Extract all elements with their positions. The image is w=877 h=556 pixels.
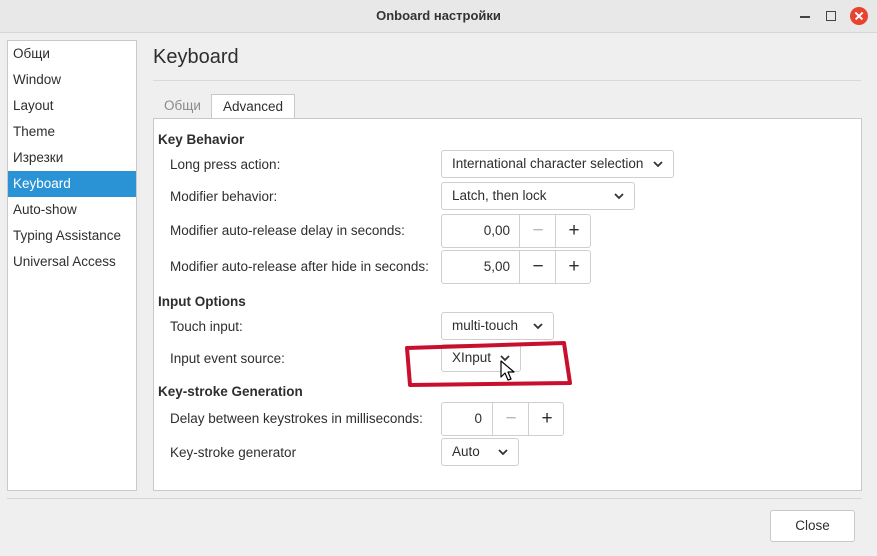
- chevron-down-icon: [533, 323, 543, 330]
- keystroke-generator-combo[interactable]: Auto: [441, 438, 519, 466]
- page-title: Keyboard: [153, 46, 239, 68]
- section-key-behavior: Key Behavior: [158, 132, 245, 147]
- annotation-highlight: [405, 341, 572, 387]
- chevron-down-icon: [614, 193, 624, 200]
- release-after-hide-spin[interactable]: 5,00 − +: [441, 250, 591, 284]
- modifier-behavior-combo[interactable]: Latch, then lock: [441, 182, 635, 210]
- release-delay-minus-button[interactable]: −: [519, 215, 556, 247]
- long-press-combo[interactable]: International character selection: [441, 150, 674, 178]
- sidebar-item-auto-show[interactable]: Auto-show: [8, 197, 136, 223]
- modifier-behavior-label: Modifier behavior:: [170, 189, 278, 204]
- tab-general[interactable]: Общи: [153, 94, 212, 118]
- close-window-icon[interactable]: [850, 7, 868, 25]
- touch-input-value: multi-touch: [452, 318, 519, 333]
- touch-input-combo[interactable]: multi-touch: [441, 312, 554, 340]
- release-delay-label: Modifier auto-release delay in seconds:: [170, 223, 405, 238]
- keystroke-generator-value: Auto: [452, 444, 480, 459]
- long-press-value: International character selection: [452, 156, 644, 171]
- sidebar: Общи Window Layout Theme Изрезки Keyboar…: [7, 40, 137, 491]
- mouse-pointer-icon: [500, 360, 515, 381]
- section-keystroke-generation: Key-stroke Generation: [158, 384, 303, 399]
- release-after-hide-label: Modifier auto-release after hide in seco…: [170, 259, 429, 274]
- sidebar-item-typing-assistance[interactable]: Typing Assistance: [8, 223, 136, 249]
- advanced-panel: Key Behavior Long press action: Internat…: [153, 118, 862, 491]
- release-after-hide-plus-button[interactable]: +: [555, 251, 592, 283]
- chevron-down-icon: [653, 161, 663, 168]
- tab-advanced[interactable]: Advanced: [211, 94, 296, 120]
- sidebar-item-theme[interactable]: Theme: [8, 119, 136, 145]
- section-input-options: Input Options: [158, 294, 246, 309]
- title-bar: Onboard настройки: [0, 0, 877, 33]
- modifier-behavior-value: Latch, then lock: [452, 188, 547, 203]
- long-press-label: Long press action:: [170, 157, 281, 172]
- touch-input-label: Touch input:: [170, 319, 243, 334]
- maximize-icon[interactable]: [823, 8, 839, 24]
- sidebar-item-keyboard[interactable]: Keyboard: [8, 171, 136, 197]
- release-after-hide-minus-button[interactable]: −: [519, 251, 556, 283]
- keystroke-delay-label: Delay between keystrokes in milliseconds…: [170, 411, 423, 426]
- sidebar-item-window[interactable]: Window: [8, 67, 136, 93]
- release-delay-spin[interactable]: 0,00 − +: [441, 214, 591, 248]
- sidebar-item-general[interactable]: Общи: [8, 41, 136, 67]
- release-after-hide-value[interactable]: 5,00: [442, 251, 510, 283]
- keystroke-delay-plus-button[interactable]: +: [528, 403, 565, 435]
- chevron-down-icon: [498, 449, 508, 456]
- window-title: Onboard настройки: [376, 8, 501, 23]
- event-source-label: Input event source:: [170, 351, 285, 366]
- close-button[interactable]: Close: [770, 510, 855, 542]
- release-delay-plus-button[interactable]: +: [555, 215, 592, 247]
- keystroke-delay-spin[interactable]: 0 − +: [441, 402, 564, 436]
- release-delay-value[interactable]: 0,00: [442, 215, 510, 247]
- sidebar-item-snippets[interactable]: Изрезки: [8, 145, 136, 171]
- footer-divider: [7, 498, 862, 499]
- sidebar-item-universal-access[interactable]: Universal Access: [8, 249, 136, 275]
- minimize-icon[interactable]: [797, 8, 813, 24]
- keystroke-generator-label: Key-stroke generator: [170, 445, 297, 460]
- keystroke-delay-value[interactable]: 0: [442, 403, 482, 435]
- keystroke-delay-minus-button[interactable]: −: [492, 403, 529, 435]
- header-divider: [153, 80, 861, 81]
- sidebar-item-layout[interactable]: Layout: [8, 93, 136, 119]
